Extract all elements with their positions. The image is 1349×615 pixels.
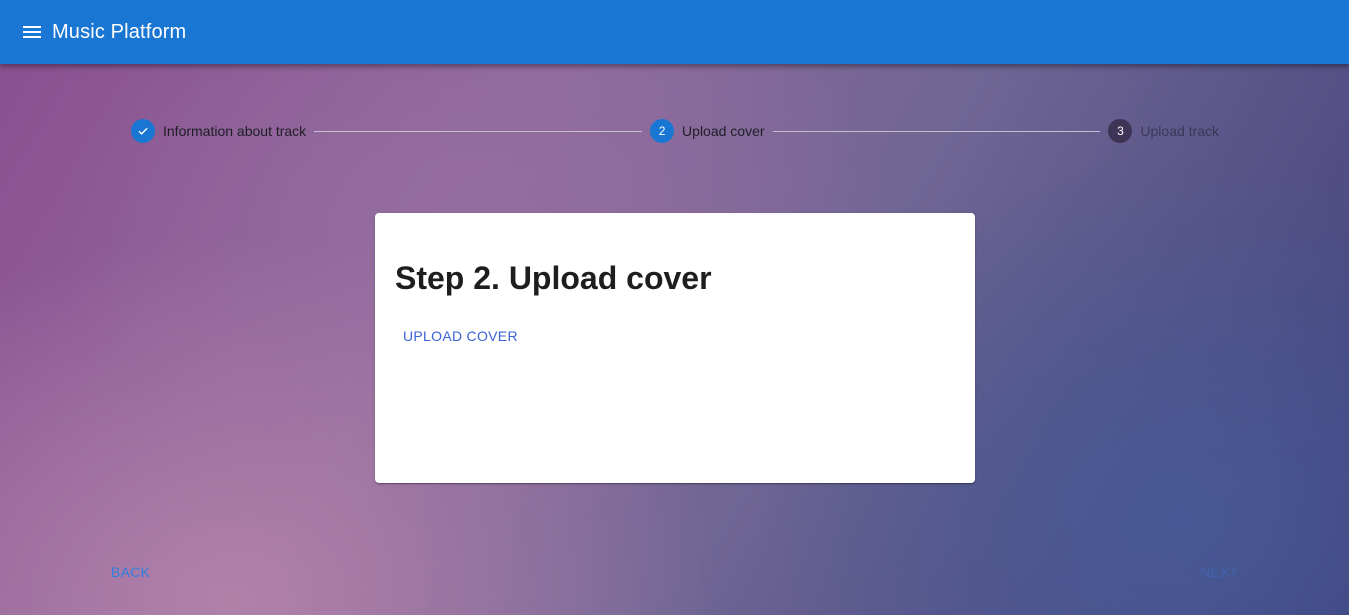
check-circle-icon [131, 119, 155, 143]
app-bar: Music Platform [0, 0, 1349, 64]
card-title: Step 2. Upload cover [395, 260, 712, 296]
step-upload-cover[interactable]: 2 Upload cover [650, 119, 765, 143]
step-number: 3 [1108, 119, 1133, 143]
step-information-about-track[interactable]: Information about track [131, 119, 306, 143]
back-button[interactable]: BACK [103, 558, 158, 586]
step-label: Upload track [1140, 123, 1219, 139]
upload-cover-card: Step 2. Upload cover UPLOAD COVER [375, 213, 975, 483]
step-connector [314, 130, 643, 132]
stepper: Information about track 2 Upload cover 3… [131, 119, 1219, 143]
upload-cover-button[interactable]: UPLOAD COVER [395, 322, 526, 350]
step-upload-track[interactable]: 3 Upload track [1108, 119, 1219, 143]
step-connector [772, 130, 1101, 132]
next-button[interactable]: NEXT [1192, 558, 1247, 586]
app-title: Music Platform [52, 20, 187, 43]
menu-icon [23, 26, 41, 38]
step-label: Upload cover [682, 123, 765, 139]
step-number: 2 [650, 119, 675, 143]
menu-button[interactable] [8, 8, 56, 56]
step-label: Information about track [163, 123, 307, 139]
